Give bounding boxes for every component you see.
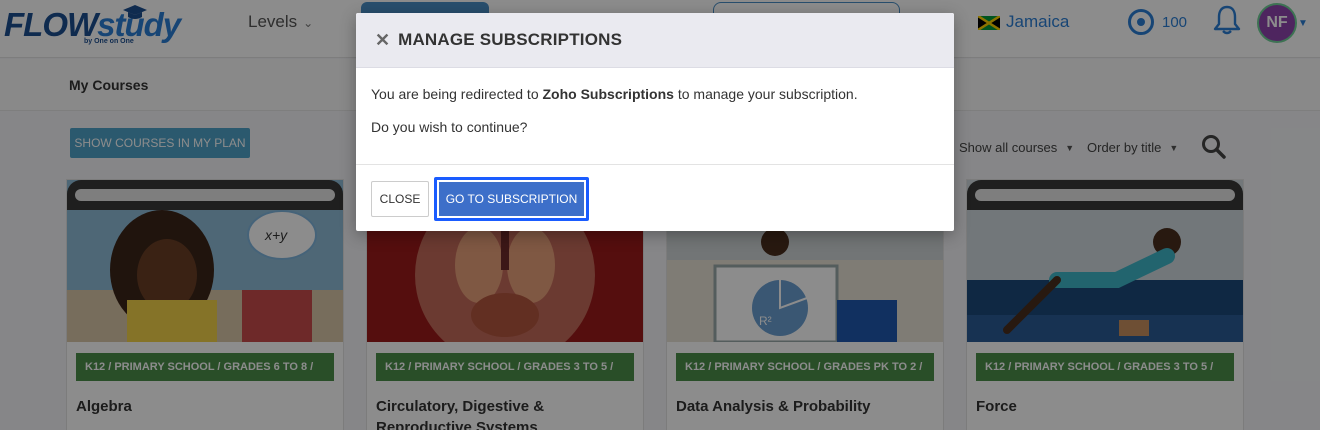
manage-subscriptions-dialog: ✕ MANAGE SUBSCRIPTIONS You are being red… [356, 13, 954, 231]
dialog-title: MANAGE SUBSCRIPTIONS [398, 30, 623, 49]
close-button[interactable]: CLOSE [371, 181, 429, 217]
confirm-question: Do you wish to continue? [371, 119, 528, 135]
dialog-header: ✕ MANAGE SUBSCRIPTIONS [356, 13, 954, 68]
close-icon[interactable]: ✕ [375, 30, 390, 51]
go-to-subscription-button[interactable]: GO TO SUBSCRIPTION [434, 177, 589, 221]
redirect-message: You are being redirected to Zoho Subscri… [371, 86, 858, 102]
dialog-footer: CLOSE GO TO SUBSCRIPTION [356, 164, 954, 231]
dialog-body: You are being redirected to Zoho Subscri… [371, 86, 941, 152]
